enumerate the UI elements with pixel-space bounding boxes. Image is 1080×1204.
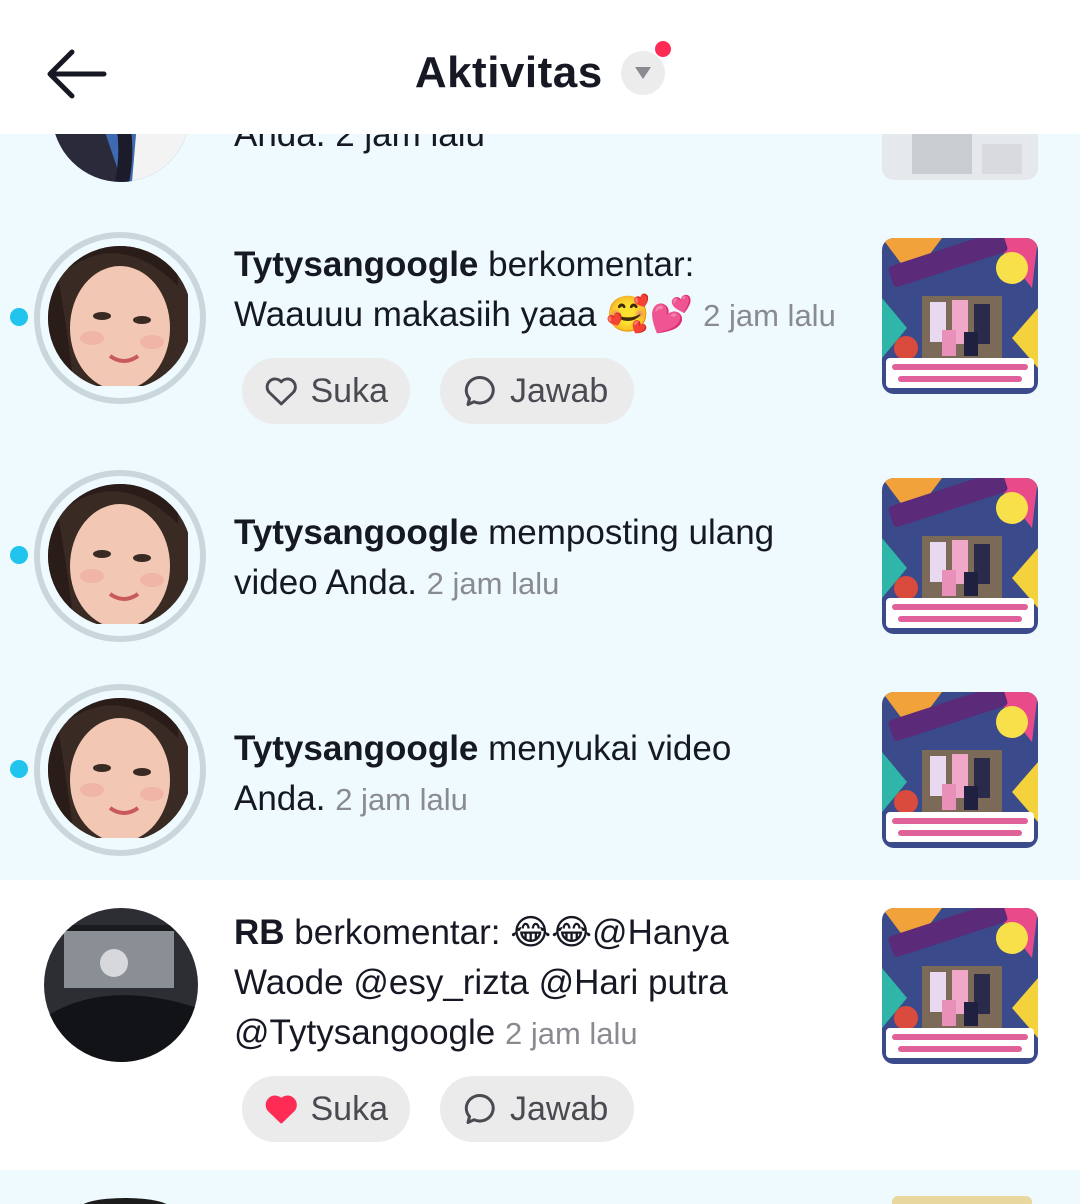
video-thumbnail[interactable] bbox=[882, 692, 1038, 848]
page-title: Aktivitas bbox=[414, 48, 603, 97]
username[interactable]: RB bbox=[234, 913, 285, 952]
avatar[interactable] bbox=[44, 908, 198, 1062]
reply-label: Jawab bbox=[510, 1089, 609, 1128]
notification-list[interactable]: Anda. 2 jam lalu Tytysangoogle berkoment… bbox=[0, 0, 1080, 1204]
notification-row-comment[interactable]: RB berkomentar: 😂😂@Hanya Waode @esy_rizt… bbox=[0, 880, 1080, 1170]
timestamp: 2 jam lalu bbox=[335, 782, 468, 817]
unread-indicator bbox=[10, 546, 28, 564]
like-button[interactable]: Suka bbox=[242, 358, 410, 424]
notification-dot bbox=[655, 41, 672, 57]
avatar[interactable] bbox=[34, 470, 206, 642]
title-dropdown[interactable]: Aktivitas bbox=[0, 41, 1080, 98]
like-button[interactable]: Suka bbox=[242, 1076, 410, 1142]
avatar[interactable] bbox=[34, 684, 206, 856]
notification-text: Tytysangoogle memposting ulang video And… bbox=[234, 508, 834, 609]
timestamp: 2 jam lalu bbox=[703, 298, 836, 333]
caret-down-icon bbox=[635, 67, 652, 79]
action-text: berkomentar: bbox=[294, 913, 501, 952]
notification-row-partial[interactable] bbox=[0, 1170, 1080, 1204]
unread-indicator bbox=[10, 760, 28, 778]
notification-row-partial[interactable]: Anda. 2 jam lalu bbox=[0, 24, 1080, 198]
comment-bubble-icon bbox=[464, 1093, 495, 1124]
notification-text: Tytysangoogle berkomentar: Waauuu makasi… bbox=[234, 240, 854, 341]
action-text: berkomentar: bbox=[488, 245, 695, 284]
username[interactable]: Tytysangoogle bbox=[234, 729, 478, 768]
video-thumbnail[interactable] bbox=[882, 478, 1038, 634]
timestamp: 2 jam lalu bbox=[504, 1016, 638, 1051]
notification-row-repost[interactable]: Tytysangoogle memposting ulang video And… bbox=[0, 434, 1080, 674]
username[interactable]: Tytysangoogle bbox=[234, 513, 478, 552]
avatar[interactable] bbox=[34, 232, 206, 404]
comment-text: Waauuu makasiih yaaa 🥰💕 bbox=[234, 295, 694, 334]
like-label: Suka bbox=[310, 1089, 389, 1128]
video-thumbnail[interactable] bbox=[882, 908, 1038, 1064]
timestamp: 2 jam lalu bbox=[426, 566, 560, 601]
unread-indicator bbox=[10, 308, 28, 326]
reply-button[interactable]: Jawab bbox=[440, 358, 634, 424]
notification-text: Tytysangoogle menyukai video Anda. 2 jam… bbox=[234, 724, 794, 825]
reply-label: Jawab bbox=[510, 371, 609, 410]
video-thumbnail[interactable] bbox=[892, 1196, 1032, 1204]
like-label: Suka bbox=[310, 371, 389, 410]
heart-filled-icon bbox=[265, 1095, 297, 1124]
dropdown-toggle[interactable] bbox=[621, 41, 672, 95]
video-thumbnail[interactable] bbox=[882, 238, 1038, 394]
username[interactable]: Tytysangoogle bbox=[234, 245, 478, 284]
notification-text: RB berkomentar: 😂😂@Hanya Waode @esy_rizt… bbox=[234, 908, 794, 1059]
reply-button[interactable]: Jawab bbox=[440, 1076, 634, 1142]
avatar[interactable] bbox=[80, 1198, 170, 1204]
heart-outline-icon bbox=[265, 377, 297, 406]
comment-bubble-icon bbox=[464, 375, 495, 406]
notification-row-comment[interactable]: Tytysangoogle berkomentar: Waauuu makasi… bbox=[0, 198, 1080, 434]
top-bar: Aktivitas bbox=[0, 0, 1080, 134]
notification-row-like[interactable]: Tytysangoogle menyukai video Anda. 2 jam… bbox=[0, 674, 1080, 880]
